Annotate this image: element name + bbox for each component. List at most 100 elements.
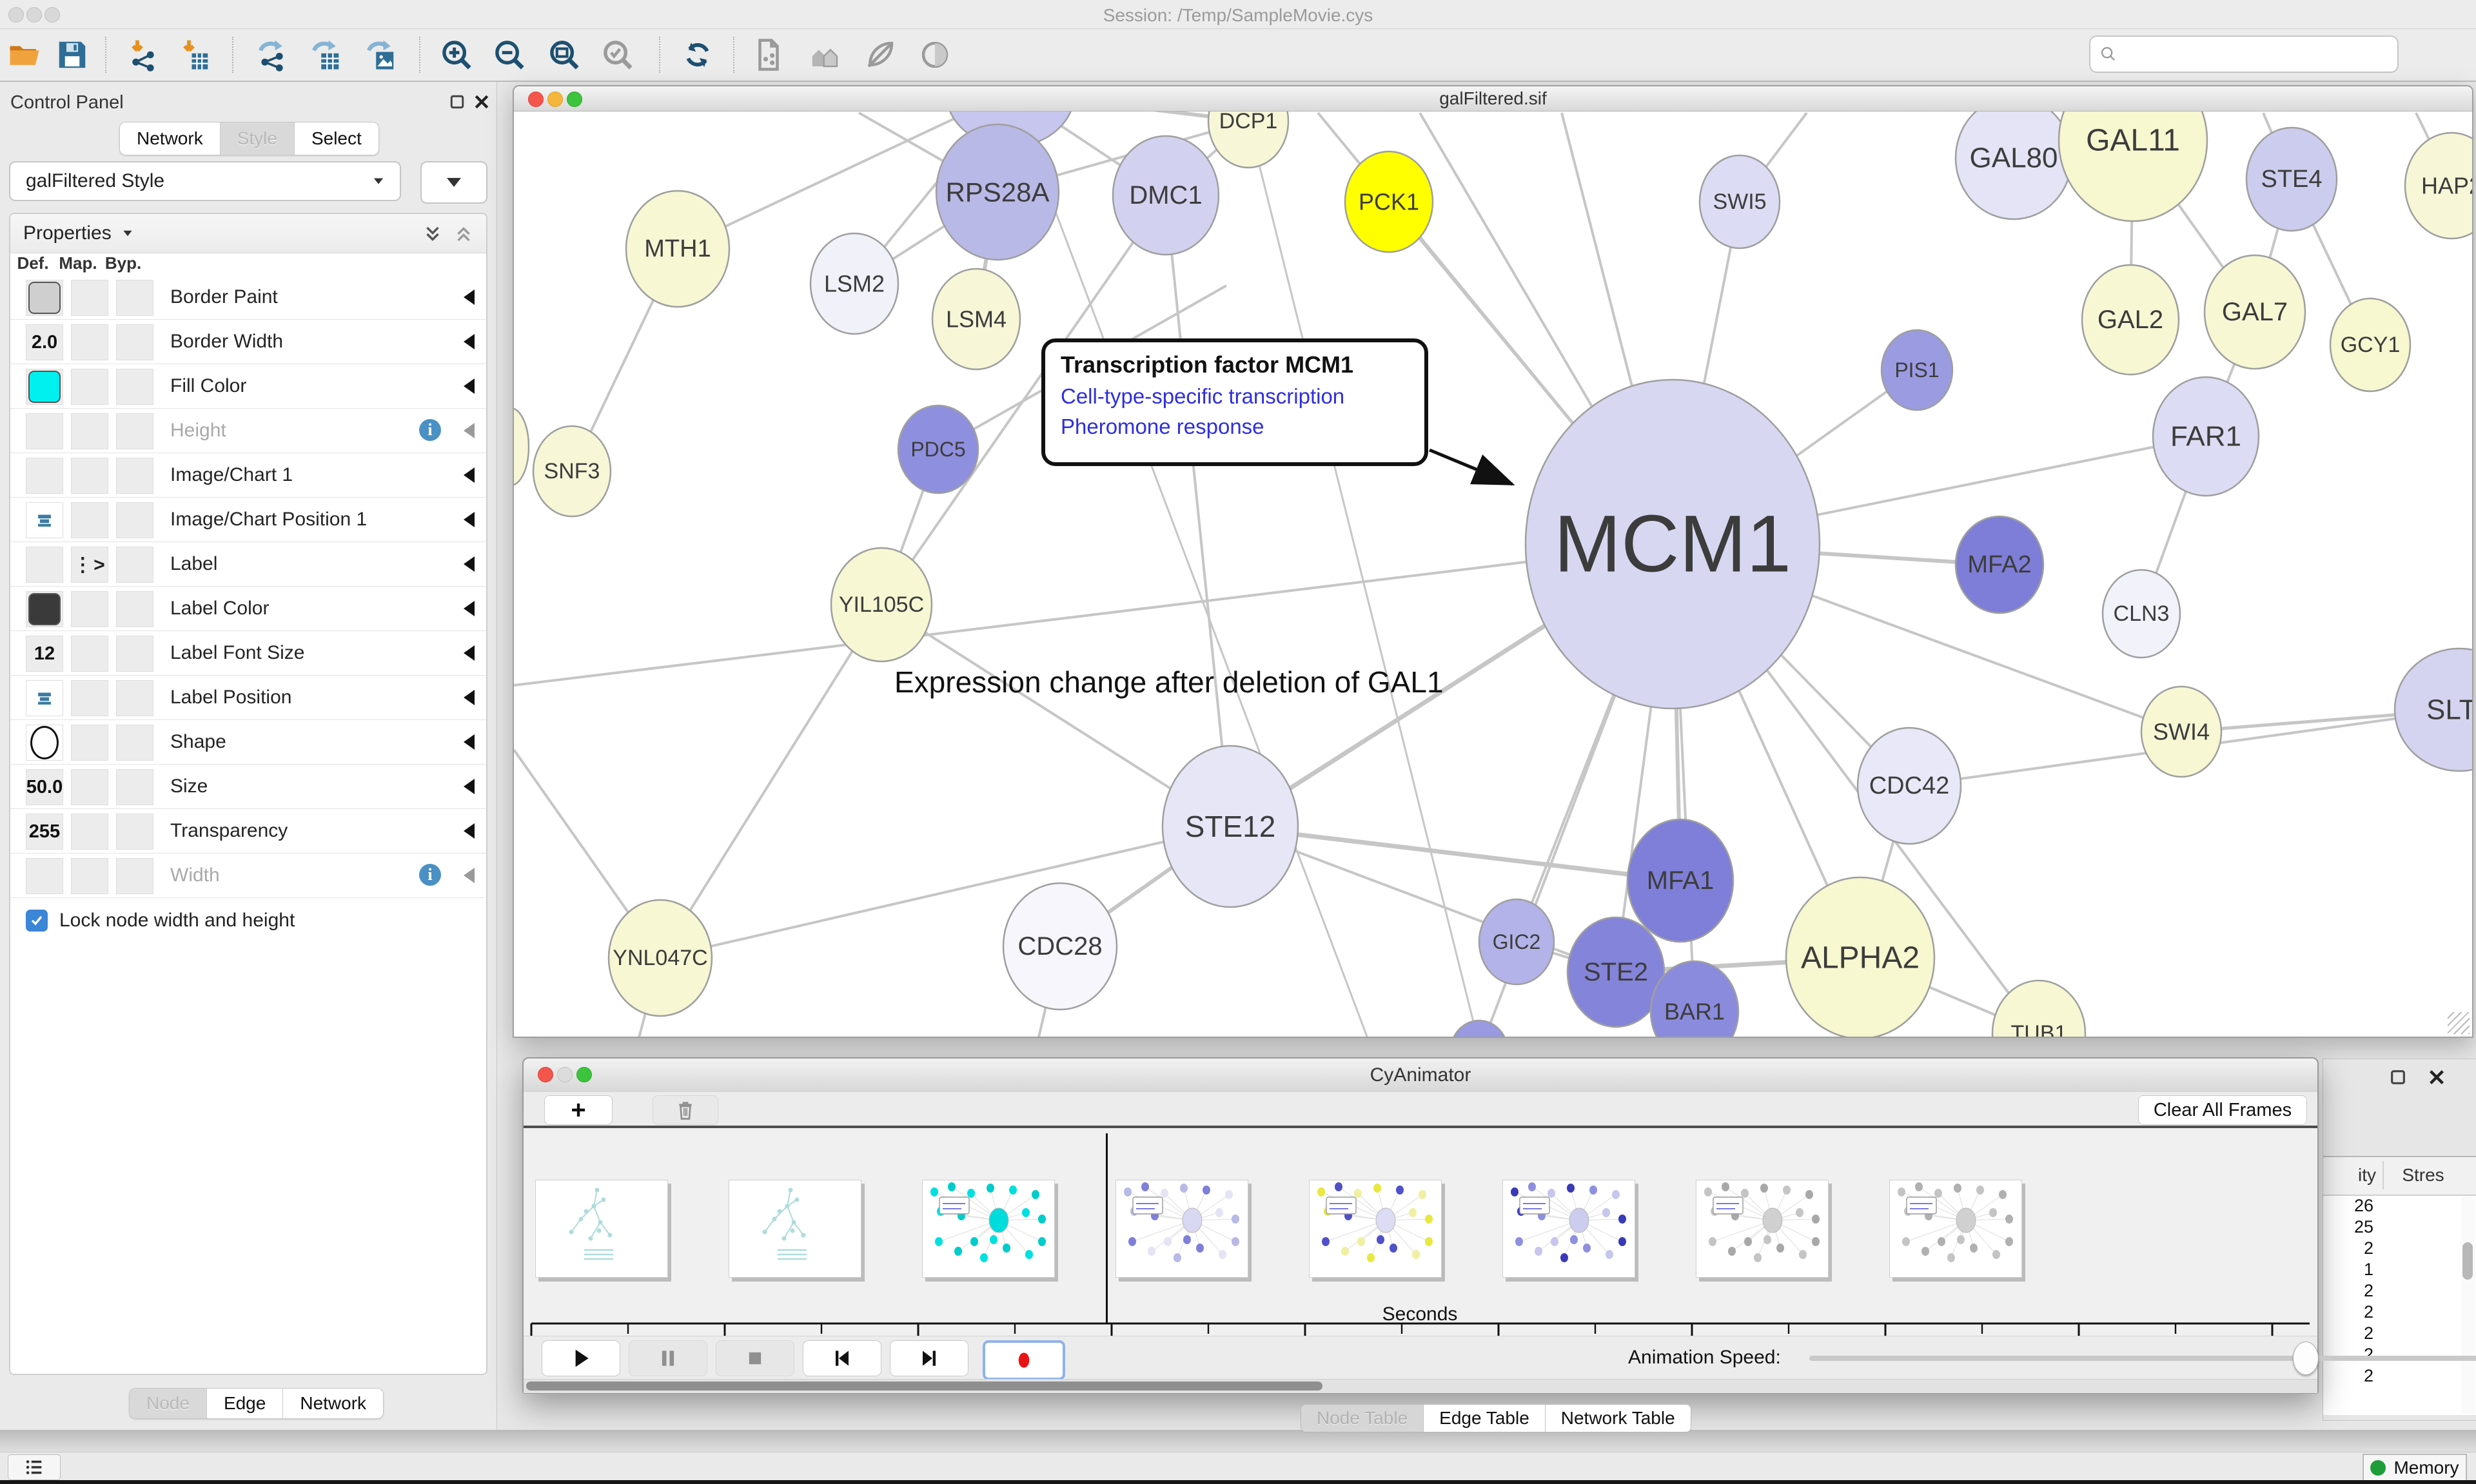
network-node[interactable]: LSM2 [811,233,898,334]
open-session-button[interactable] [5,35,44,74]
property-row-image-chart-position-1[interactable]: Image/Chart Position 1 [10,498,486,542]
skip-to-start-button[interactable] [803,1340,881,1376]
mapping-cell[interactable] [71,280,108,316]
animation-speed-slider[interactable] [1809,1356,2476,1361]
clear-all-frames-button[interactable]: Clear All Frames [2138,1095,2307,1125]
export-image-button[interactable] [361,35,400,74]
property-row-border-width[interactable]: 2.0Border Width [10,320,486,364]
expand-row-arrow[interactable] [464,823,475,839]
node-shape[interactable] [1450,1020,1508,1037]
network-node[interactable]: DMC1 [1113,136,1219,255]
expand-row-arrow[interactable] [464,378,475,394]
network-node[interactable]: CDC42 [1858,728,1961,844]
network-node[interactable] [514,408,529,485]
mapping-cell[interactable] [71,680,108,716]
expand-row-arrow[interactable] [464,645,475,661]
search-field[interactable] [2089,35,2399,73]
export-table-button[interactable] [306,35,345,74]
column-divider[interactable] [2383,1161,2384,1189]
expand-row-arrow[interactable] [464,734,475,750]
expand-row-arrow[interactable] [464,556,475,572]
memory-button[interactable]: Memory [2363,1454,2467,1482]
tab-network[interactable]: Network [283,1389,383,1418]
tab-style[interactable]: Style [221,122,295,155]
stop-button[interactable] [716,1340,794,1376]
network-node[interactable]: GIC2 [1479,899,1554,984]
network-node[interactable]: GAL7 [2205,255,2305,369]
network-node[interactable]: SLT2 [2395,649,2472,771]
timeline-frame-1[interactable] [729,1180,861,1278]
mapping-cell[interactable] [71,458,108,494]
expand-row-arrow[interactable] [464,601,475,616]
style-selector[interactable]: galFiltered Style [9,161,401,201]
network-node[interactable]: STE12 [1163,746,1298,907]
tab-edge-table[interactable]: Edge Table [1424,1405,1546,1432]
annotation-link[interactable]: Pheromone response [1061,415,1409,439]
default-value-cell[interactable] [26,502,63,538]
bypass-cell[interactable] [116,814,153,850]
skip-to-end-button[interactable] [890,1340,968,1376]
network-node[interactable]: RPS28A [936,124,1059,260]
home-network-button[interactable] [806,35,845,74]
table-row[interactable]: 2 [2323,1238,2476,1260]
network-node[interactable]: YNL047C [609,900,712,1016]
expand-row-arrow[interactable] [464,289,475,305]
mapping-cell[interactable] [71,814,108,850]
bypass-cell[interactable] [116,547,153,583]
scrollbar-thumb[interactable] [526,1381,1322,1391]
tab-edge[interactable]: Edge [207,1389,283,1418]
mapping-cell[interactable] [71,636,108,672]
default-value-cell[interactable] [26,725,63,761]
refresh-layout-button[interactable] [678,35,717,74]
default-value-cell[interactable]: 2.0 [26,324,63,360]
hide-details-button[interactable] [861,35,899,74]
network-node[interactable]: MFA2 [1956,516,2043,613]
collapse-all-icon[interactable] [453,223,475,245]
mapping-cell[interactable] [71,502,108,538]
table-row[interactable]: 2 [2323,1323,2476,1345]
mapping-cell[interactable] [71,369,108,405]
timeline-frame-4[interactable] [1309,1180,1442,1278]
default-value-cell[interactable] [26,591,63,627]
node-shape[interactable] [514,408,529,485]
expand-row-arrow[interactable] [464,512,475,527]
network-node[interactable]: CLN3 [2103,570,2180,658]
column-header[interactable]: Stres [2388,1165,2459,1186]
network-node[interactable]: YIL105C [831,548,932,661]
network-node[interactable]: PIS1 [1882,330,1952,410]
task-history-button[interactable] [8,1454,61,1480]
network-node[interactable]: LSM4 [932,269,1020,369]
network-node[interactable]: DCP1 [1208,112,1288,168]
property-row-height[interactable]: Heighti [10,409,486,453]
zoom-fit-button[interactable] [545,35,584,74]
lock-size-checkbox[interactable] [26,910,48,932]
network-node[interactable] [1450,1020,1508,1037]
delete-frame-button[interactable] [653,1095,718,1125]
timeline-frame-2[interactable] [922,1180,1055,1278]
mapping-cell[interactable]: ⋮> [71,547,108,583]
property-row-fill-color[interactable]: Fill Color [10,364,486,409]
property-row-image-chart-1[interactable]: Image/Chart 1 [10,453,486,498]
network-node[interactable]: SWI5 [1700,155,1780,248]
scrollbar-thumb[interactable] [2462,1242,2473,1280]
add-frame-button[interactable]: + [544,1095,613,1125]
zoom-selected-button[interactable] [598,35,637,74]
bypass-cell[interactable] [116,858,153,894]
default-value-cell[interactable]: 255 [26,814,63,850]
pause-button[interactable] [629,1340,707,1376]
close-panel-icon[interactable] [472,92,491,112]
playhead[interactable] [1106,1133,1108,1324]
save-session-button[interactable] [53,35,92,74]
default-value-cell[interactable] [26,280,63,316]
cyanimator-titlebar[interactable]: CyAnimator [524,1059,2317,1093]
properties-header[interactable]: Properties [10,214,486,253]
table-row[interactable]: 2 [2323,1281,2476,1302]
network-node[interactable]: CDC28 [1003,883,1117,1010]
clone-network-button[interactable] [749,35,788,74]
mapping-cell[interactable] [71,769,108,805]
timeline-frame-3[interactable] [1115,1180,1248,1278]
property-row-label-position[interactable]: Label Position [10,676,486,720]
timeline-frame-5[interactable] [1502,1180,1635,1278]
column-header[interactable]: ity [2323,1165,2376,1186]
property-row-label-font-size[interactable]: 12Label Font Size [10,631,486,676]
